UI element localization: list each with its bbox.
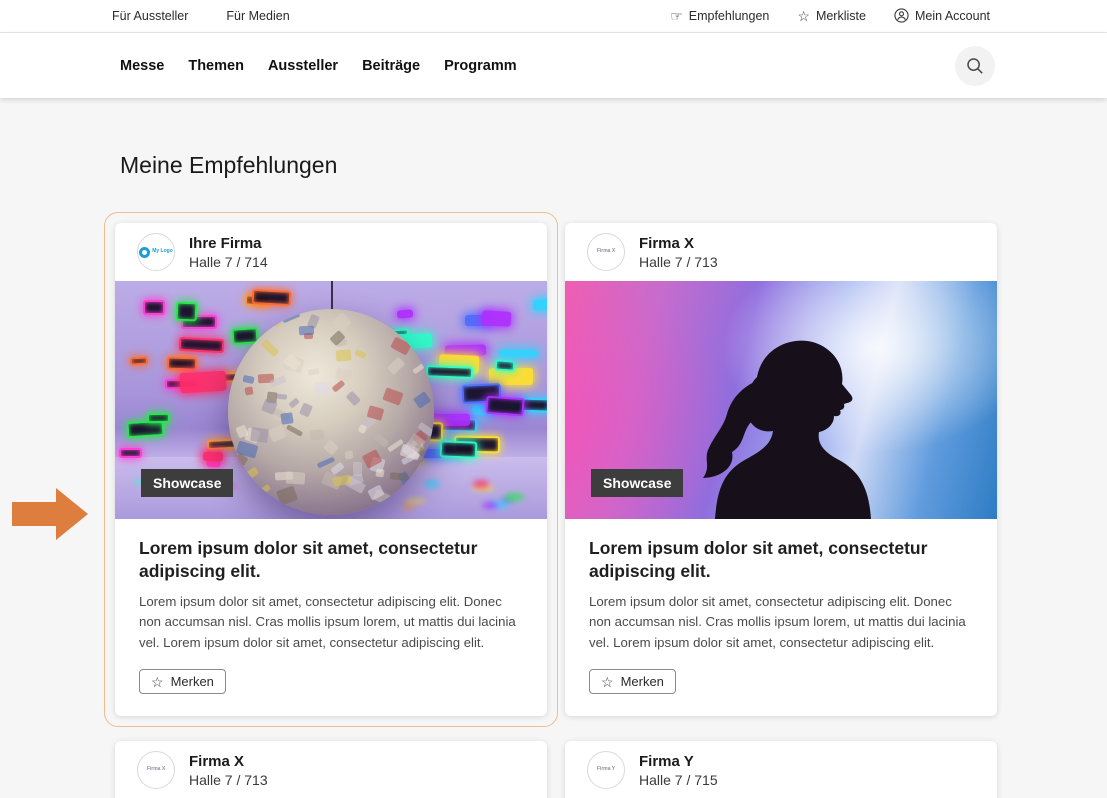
card-header: Firma X Firma X Halle 7 / 713 [115, 741, 547, 798]
card-header: Firma X Firma X Halle 7 / 713 [565, 223, 997, 281]
showcase-badge: Showcase [591, 469, 683, 497]
nav-item-messe[interactable]: Messe [120, 58, 164, 74]
company-logo: Firma Y [587, 751, 625, 789]
star-icon: ☆ [601, 675, 614, 689]
logo-placeholder-text: Firma Y [597, 767, 615, 773]
topbar-link-fuer-aussteller[interactable]: Für Aussteller [112, 9, 188, 23]
company-name: Firma X [639, 235, 718, 252]
merken-button[interactable]: ☆ Merken [139, 669, 226, 694]
showcase-badge: Showcase [141, 469, 233, 497]
company-hall: Halle 7 / 713 [189, 772, 268, 788]
merken-button-label: Merken [621, 674, 664, 689]
recommendations-page: Meine Empfehlungen My Logo Ihre Firma Ha… [0, 98, 1107, 798]
topbar-links: Für Aussteller Für Medien [112, 9, 290, 23]
star-icon: ☆ [797, 9, 810, 23]
logo-placeholder-text: Firma X [147, 767, 165, 773]
company-name: Firma Y [639, 753, 718, 770]
topbar-action-label: Empfehlungen [689, 9, 770, 23]
card-title[interactable]: Lorem ipsum dolor sit amet, consectetur … [139, 537, 492, 583]
logo-placeholder-text: Firma X [597, 249, 615, 255]
card-image-woman-silhouette: Showcase [565, 281, 997, 519]
utility-topbar: Für Aussteller Für Medien ☞ Empfehlungen… [0, 0, 1107, 33]
topbar-action-empfehlungen[interactable]: ☞ Empfehlungen [670, 9, 769, 23]
topbar-action-merkliste[interactable]: ☆ Merkliste [797, 9, 866, 23]
company-name: Firma X [189, 753, 268, 770]
topbar-action-label: Merkliste [816, 9, 866, 23]
topbar-action-mein-account[interactable]: Mein Account [894, 8, 990, 25]
recommendation-card-firma-x-2[interactable]: Firma X Firma X Halle 7 / 713 [115, 741, 547, 798]
topbar-action-label: Mein Account [915, 9, 990, 23]
logo-ring-icon [139, 247, 150, 258]
card-header: My Logo Ihre Firma Halle 7 / 714 [115, 223, 547, 281]
company-hall: Halle 7 / 713 [639, 254, 718, 270]
company-name: Ihre Firma [189, 235, 268, 252]
nav-item-aussteller[interactable]: Aussteller [268, 58, 338, 74]
company-logo: My Logo [137, 233, 175, 271]
logo-placeholder-text: My Logo [152, 249, 173, 255]
nav-item-beitraege[interactable]: Beiträge [362, 58, 420, 74]
pointing-hand-icon: ☞ [670, 9, 683, 23]
card-body: Lorem ipsum dolor sit amet, consectetur … [115, 519, 547, 716]
card-image-neon-collage-ball-room: Showcase [115, 281, 547, 519]
search-icon [965, 56, 985, 76]
recommendation-card-firma-x[interactable]: Firma X Firma X Halle 7 / 713 Showcase L… [565, 223, 997, 716]
merken-button[interactable]: ☆ Merken [589, 669, 676, 694]
merken-button-label: Merken [171, 674, 214, 689]
nav-item-programm[interactable]: Programm [444, 58, 517, 74]
card-description: Lorem ipsum dolor sit amet, consectetur … [589, 592, 973, 655]
card-header: Firma Y Firma Y Halle 7 / 715 [565, 741, 997, 798]
collage-ball [228, 309, 434, 515]
recommendation-card-firma-y[interactable]: Firma Y Firma Y Halle 7 / 715 [565, 741, 997, 798]
orange-pointer-arrow-icon [12, 488, 88, 545]
card-description: Lorem ipsum dolor sit amet, consectetur … [139, 592, 523, 655]
main-navbar: Messe Themen Aussteller Beiträge Program… [0, 33, 1107, 98]
card-body: Lorem ipsum dolor sit amet, consectetur … [565, 519, 997, 716]
topbar-actions: ☞ Empfehlungen ☆ Merkliste Mein Account [670, 8, 990, 25]
company-hall: Halle 7 / 714 [189, 254, 268, 270]
nav-item-themen[interactable]: Themen [188, 58, 244, 74]
company-logo: Firma X [587, 233, 625, 271]
main-nav-items: Messe Themen Aussteller Beiträge Program… [120, 58, 955, 74]
company-hall: Halle 7 / 715 [639, 772, 718, 788]
recommendation-cards-grid: My Logo Ihre Firma Halle 7 / 714 Showcas… [115, 223, 997, 798]
search-button[interactable] [955, 46, 995, 86]
topbar-link-fuer-medien[interactable]: Für Medien [226, 9, 289, 23]
page-title: Meine Empfehlungen [120, 152, 1107, 179]
recommendation-card-ihre-firma[interactable]: My Logo Ihre Firma Halle 7 / 714 Showcas… [115, 223, 547, 716]
user-circle-icon [894, 8, 909, 25]
card-title[interactable]: Lorem ipsum dolor sit amet, consectetur … [589, 537, 942, 583]
star-icon: ☆ [151, 675, 164, 689]
company-logo: Firma X [137, 751, 175, 789]
